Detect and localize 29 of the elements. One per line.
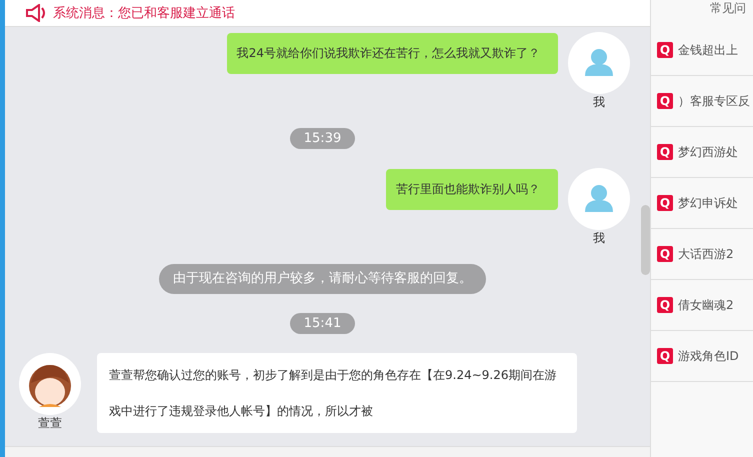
faq-item[interactable]: Q 游戏角色ID [651,331,753,382]
message-bubble: 我24号就给你们说我欺诈还在苦行，怎么我就又欺诈了？ [226,33,558,74]
message-bubble: 苦行里面也能欺诈别人吗？ [386,169,558,210]
question-icon: Q [657,297,673,313]
agent-avatar-icon [19,353,81,415]
faq-item[interactable]: Q 金钱超出上 [651,25,753,76]
question-icon: Q [657,348,673,364]
question-icon: Q [657,42,673,58]
system-notice: 系统消息：您已和客服建立通话 [53,5,235,22]
scrollbar-thumb[interactable] [641,205,650,275]
faq-item[interactable]: Q 倩女幽魂2 [651,280,753,331]
question-icon: Q [657,144,673,160]
timestamp: 15:41 [290,313,356,334]
question-icon: Q [657,93,673,109]
sender-name: 萱萱 [38,416,62,431]
message-bubble: 萱萱帮您确认过您的账号，初步了解到是由于您的角色存在【在9.24~9.26期间在游戏中进行了违规登录他人帐号】的情况，所以才被 [97,353,577,433]
sender-name: 我 [593,95,605,110]
user-avatar-icon [568,168,630,230]
sender-name: 我 [593,231,605,246]
faq-item[interactable]: Q 梦幻申诉处 [651,178,753,229]
question-icon: Q [657,195,673,211]
faq-title: 常见问 [709,0,747,17]
timestamp: 15:39 [290,128,356,149]
user-avatar-icon [568,32,630,94]
question-icon: Q [657,246,673,262]
faq-item[interactable]: Q 大话西游2 [651,229,753,280]
wait-notice: 由于现在咨询的用户较多，请耐心等待客服的回复。 [159,264,486,294]
faq-item[interactable]: Q 梦幻西游处 [651,127,753,178]
faq-item[interactable]: Q ）客服专区反 [651,76,753,127]
